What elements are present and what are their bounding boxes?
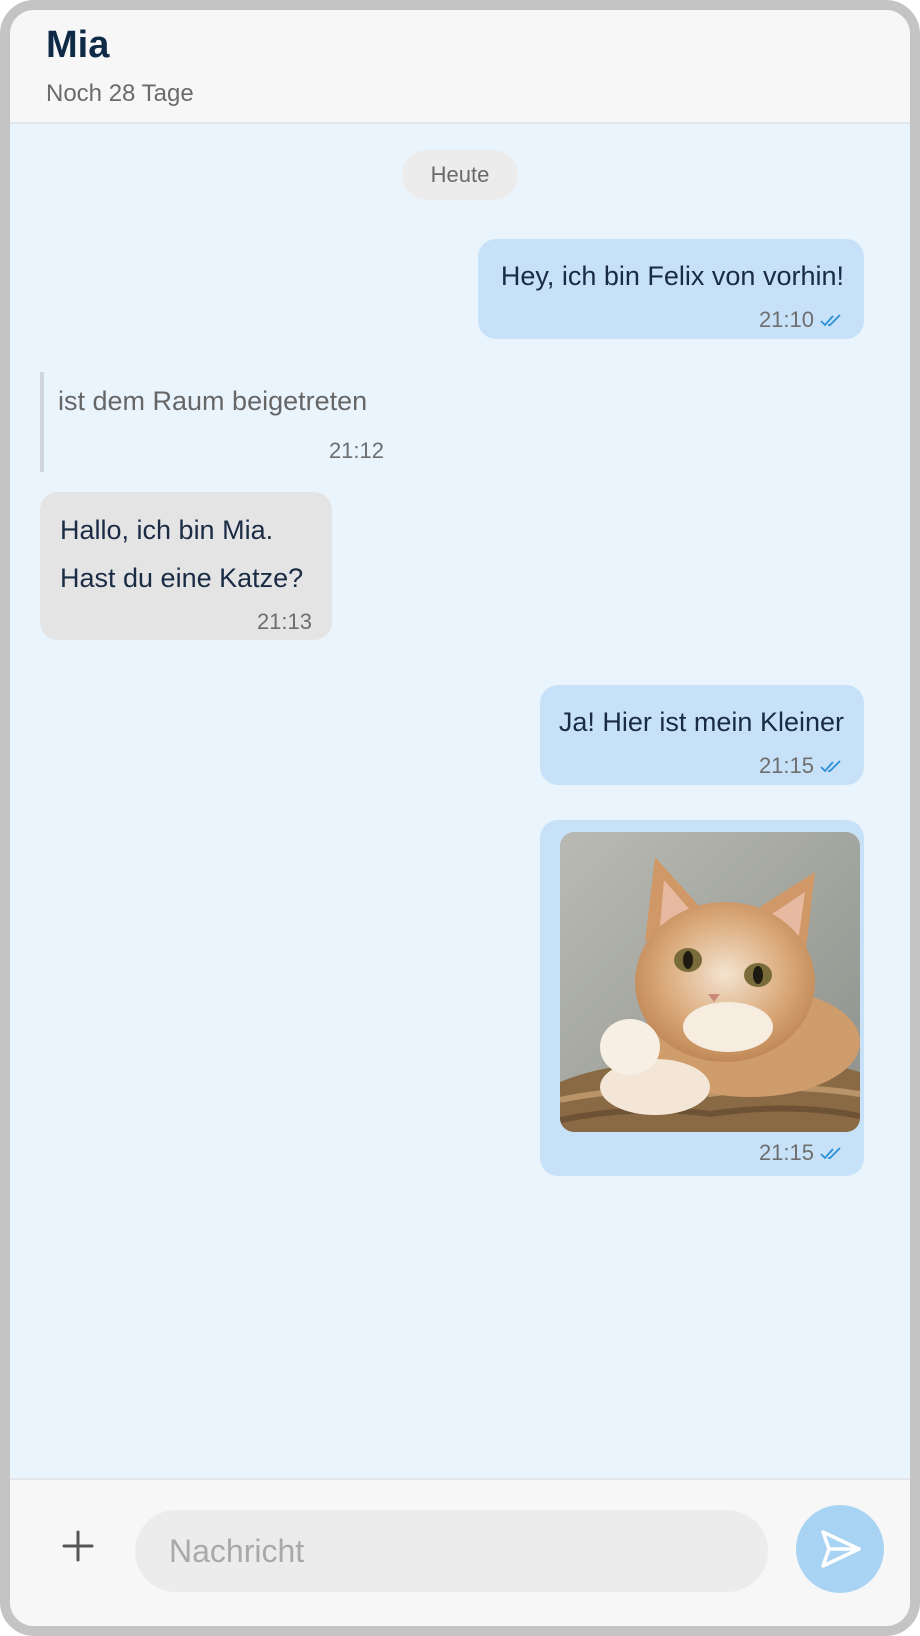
remaining-days-label: Noch 28 Tage: [46, 80, 194, 107]
outgoing-message[interactable]: Hey, ich bin Felix von vorhin! 21:10: [478, 239, 864, 339]
outgoing-image-message[interactable]: 21:15: [540, 820, 864, 1176]
cat-photo[interactable]: [560, 832, 860, 1132]
contact-name[interactable]: Mia: [46, 24, 109, 67]
day-separator: Heute: [402, 150, 518, 200]
cat-image: [560, 832, 860, 1132]
send-button[interactable]: [796, 1505, 884, 1593]
message-text: Hey, ich bin Felix von vorhin!: [500, 261, 844, 291]
send-icon: [821, 1530, 861, 1568]
outgoing-message[interactable]: Ja! Hier ist mein Kleiner 21:15: [540, 685, 864, 785]
chat-header: Mia Noch 28 Tage: [10, 10, 910, 124]
message-line: Hallo, ich bin Mia.: [60, 515, 274, 545]
message-time: 21:15: [758, 1140, 814, 1165]
composer-bar: Nachricht: [10, 1478, 910, 1626]
message-time: 21:12: [328, 438, 384, 463]
chat-window: Mia Noch 28 Tage Heute Hey, ich bin Feli…: [0, 0, 920, 1636]
message-time: 21:15: [758, 753, 814, 778]
double-check-icon: [820, 1147, 841, 1160]
message-input[interactable]: Nachricht: [135, 1510, 768, 1592]
message-line: Hast du eine Katze?: [60, 563, 304, 593]
double-check-icon: [820, 760, 841, 773]
plus-icon[interactable]: [58, 1526, 98, 1566]
system-message-text: ist dem Raum beigetreten: [58, 386, 368, 416]
message-time: 21:10: [758, 307, 814, 332]
message-text: Ja! Hier ist mein Kleiner: [558, 707, 844, 737]
incoming-message[interactable]: Hallo, ich bin Mia. Hast du eine Katze? …: [40, 492, 332, 640]
double-check-icon: [820, 314, 841, 327]
system-message: ist dem Raum beigetreten 21:12: [40, 372, 384, 472]
message-time: 21:13: [256, 609, 312, 634]
message-input-placeholder: Nachricht: [169, 1533, 305, 1569]
